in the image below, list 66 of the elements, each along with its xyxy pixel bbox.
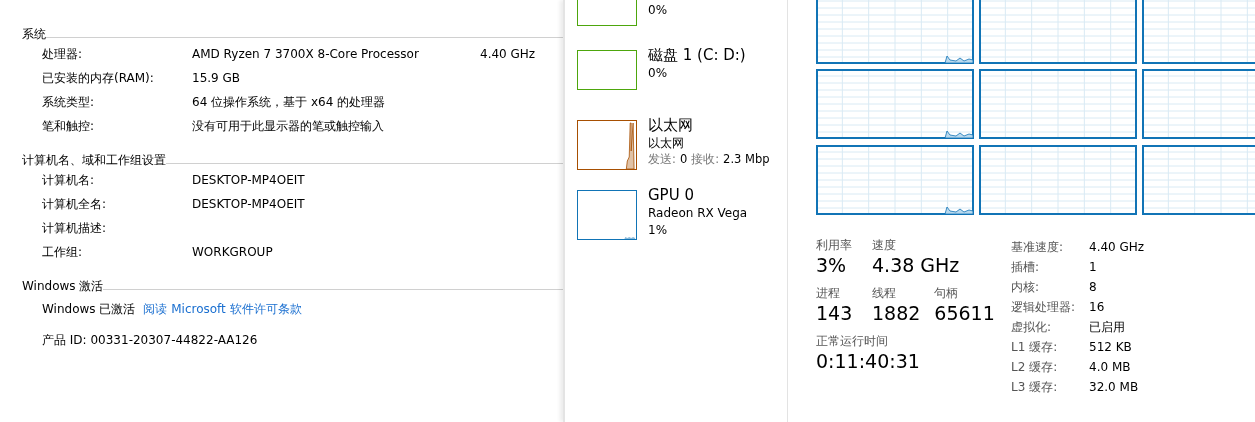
section-heading: 计算机名、域和工作组设置 — [22, 152, 166, 168]
device-title: 以太网 — [648, 115, 694, 135]
field-label: 系统类型: — [42, 93, 96, 111]
detail-value: 8 — [1089, 280, 1097, 294]
detail-label: 插槽: — [1011, 258, 1041, 276]
field-label: 工作组: — [42, 243, 84, 261]
product-id: 产品 ID: 00331-20307-44822-AA126 — [42, 331, 258, 349]
field-label: 计算机描述: — [42, 219, 108, 237]
usage-thumbnail[interactable] — [577, 190, 637, 240]
detail-label: L1 缓存: — [1011, 338, 1059, 356]
usage-thumbnail[interactable] — [577, 50, 637, 90]
detail-label: 逻辑处理器: — [1011, 298, 1077, 316]
receive-label: 接收: — [691, 152, 720, 167]
stat-value: 4.38 GHz — [872, 253, 960, 277]
detail-label: L2 缓存: — [1011, 358, 1059, 376]
detail-value: 16 — [1089, 300, 1105, 314]
field-label: 处理器: — [42, 45, 84, 63]
send-label: 发送: — [648, 152, 676, 167]
section-heading: Windows 激活 — [22, 278, 104, 294]
send-value: 0 — [679, 152, 688, 167]
detail-label: L3 缓存: — [1011, 378, 1059, 396]
field-value: AMD Ryzen 7 3700X 8-Core Processor — [192, 47, 420, 61]
stat-label: 利用率 — [816, 237, 853, 253]
field-label: 笔和触控: — [42, 117, 96, 135]
detail-value: 512 KB — [1089, 340, 1132, 354]
device-subtitle: Radeon RX Vega — [648, 205, 748, 222]
field-value: 15.9 GB — [192, 71, 242, 85]
detail-label: 基准速度: — [1011, 238, 1065, 256]
detail-label: 虚拟化: — [1011, 318, 1053, 336]
stat-value: 1882 — [872, 301, 921, 325]
detail-label: 内核: — [1011, 278, 1041, 296]
stat-label: 句柄 — [934, 285, 960, 301]
detail-value: 32.0 MB — [1089, 380, 1139, 394]
field-label: 计算机名: — [42, 171, 96, 189]
device-subtitle: 0% — [648, 65, 669, 82]
device-subtitle: 0% — [648, 2, 668, 19]
stat-label: 进程 — [816, 285, 841, 301]
detail-value: 4.40 GHz — [1089, 240, 1145, 254]
field-value: DESKTOP-MP4OEIT — [192, 197, 306, 211]
field-value: 64 位操作系统，基于 x64 的处理器 — [192, 93, 387, 111]
stat-label: 速度 — [872, 237, 897, 253]
receive-value: 2.3 Mbp — [723, 152, 770, 167]
field-value: DESKTOP-MP4OEIT — [192, 173, 306, 187]
detail-value: 1 — [1089, 260, 1097, 274]
field-value: 4.40 GHz — [480, 47, 536, 61]
device-title: 磁盘 1 (C: D:) — [648, 45, 746, 65]
stat-value: 143 — [816, 301, 854, 325]
detail-value: 4.0 MB — [1089, 360, 1131, 374]
detail-value: 已启用 — [1089, 318, 1125, 336]
device-subtitle: 以太网 — [648, 135, 685, 152]
stat-value: 3% — [816, 253, 848, 277]
field-value: 没有可用于此显示器的笔或触控输入 — [192, 117, 385, 135]
field-label: 已安装的内存(RAM): — [42, 69, 155, 87]
section-heading: 系统 — [22, 26, 46, 42]
license-link[interactable]: 阅读 Microsoft 软件许可条款 — [143, 300, 302, 318]
stat-value: 0:11:40:31 — [816, 349, 920, 373]
usage-thumbnail[interactable] — [577, 0, 637, 26]
usage-thumbnail[interactable] — [577, 120, 637, 170]
stat-label: 正常运行时间 — [816, 333, 889, 349]
device-usage: 1% — [648, 222, 669, 239]
device-title: GPU 0 — [648, 185, 695, 205]
stat-label: 线程 — [872, 285, 897, 301]
field-value: WORKGROUP — [192, 245, 274, 259]
stat-value: 65611 — [934, 301, 995, 325]
field-label: 计算机全名: — [42, 195, 108, 213]
activation-status: Windows 已激活 — [42, 300, 136, 318]
